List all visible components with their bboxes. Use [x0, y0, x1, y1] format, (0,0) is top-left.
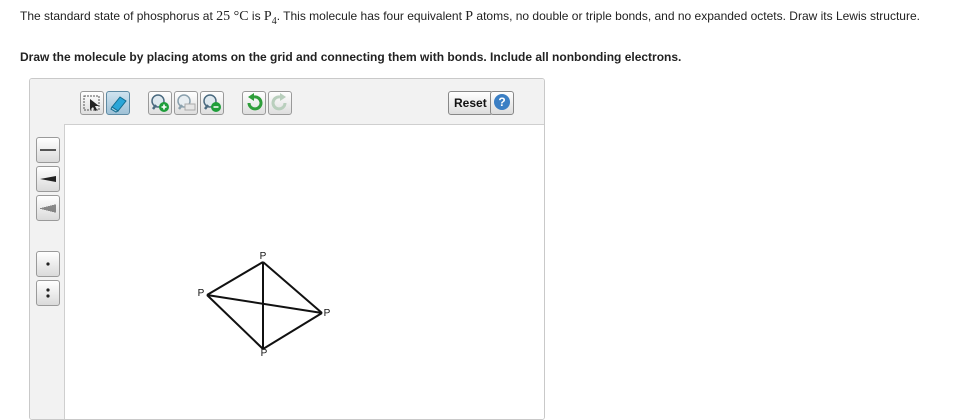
hashed-bond-icon — [40, 204, 56, 213]
zoom-out-button[interactable] — [200, 91, 224, 115]
zoom-out-icon — [203, 94, 221, 112]
instruction-text: Draw the molecule by placing atoms on th… — [20, 50, 682, 64]
redo-icon — [271, 93, 287, 111]
lone-pair-icon — [46, 288, 50, 298]
zoom-reset-button[interactable] — [174, 91, 198, 115]
editor-sidebar — [30, 124, 65, 419]
molecule-drawing: P P P P — [198, 251, 331, 359]
help-button[interactable]: ? — [490, 91, 514, 115]
redo-button[interactable] — [268, 91, 292, 115]
atom-symbol: P — [465, 9, 474, 24]
formula: P4 — [263, 9, 277, 27]
question-part: is — [248, 9, 264, 23]
lone-pair-button[interactable] — [36, 280, 60, 306]
undo-button[interactable] — [242, 91, 266, 115]
single-bond-icon — [40, 149, 56, 151]
eraser-tool-button[interactable] — [106, 91, 130, 115]
zoom-in-icon — [151, 94, 169, 112]
bond-top-left[interactable] — [206, 261, 264, 296]
question-part: The standard state of phosphorus at — [20, 9, 217, 23]
bond-right-bottom[interactable] — [262, 312, 323, 350]
reset-button[interactable]: Reset — [448, 91, 493, 115]
wedge-bond-icon — [40, 176, 56, 182]
temperature-value: 25 °C — [216, 9, 249, 24]
zoom-reset-icon — [177, 94, 196, 111]
help-icon: ? — [494, 94, 510, 110]
hashed-bond-button[interactable] — [36, 195, 60, 221]
atom-bottom[interactable]: P — [261, 348, 268, 359]
question-part: . This molecule has four equivalent — [276, 9, 466, 23]
editor-toolbar: Reset ? — [30, 79, 544, 125]
lone-electron-icon — [46, 262, 50, 266]
single-bond-button[interactable] — [36, 137, 60, 163]
atom-right[interactable]: P — [324, 308, 331, 319]
zoom-in-button[interactable] — [148, 91, 172, 115]
eraser-icon — [110, 96, 127, 113]
molecule-editor: Reset ? P P P P — [29, 78, 545, 420]
undo-icon — [247, 93, 263, 111]
select-tool-button[interactable] — [80, 91, 104, 115]
wedge-bond-button[interactable] — [36, 166, 60, 192]
lone-electron-button[interactable] — [36, 251, 60, 277]
drawing-canvas[interactable]: P P P P — [65, 125, 544, 419]
question-text: The standard state of phosphorus at 25 °… — [20, 8, 950, 30]
question-part: atoms, no double or triple bonds, and no… — [473, 9, 920, 23]
atom-left[interactable]: P — [198, 288, 205, 299]
atom-top[interactable]: P — [260, 251, 267, 262]
select-icon — [83, 95, 100, 111]
